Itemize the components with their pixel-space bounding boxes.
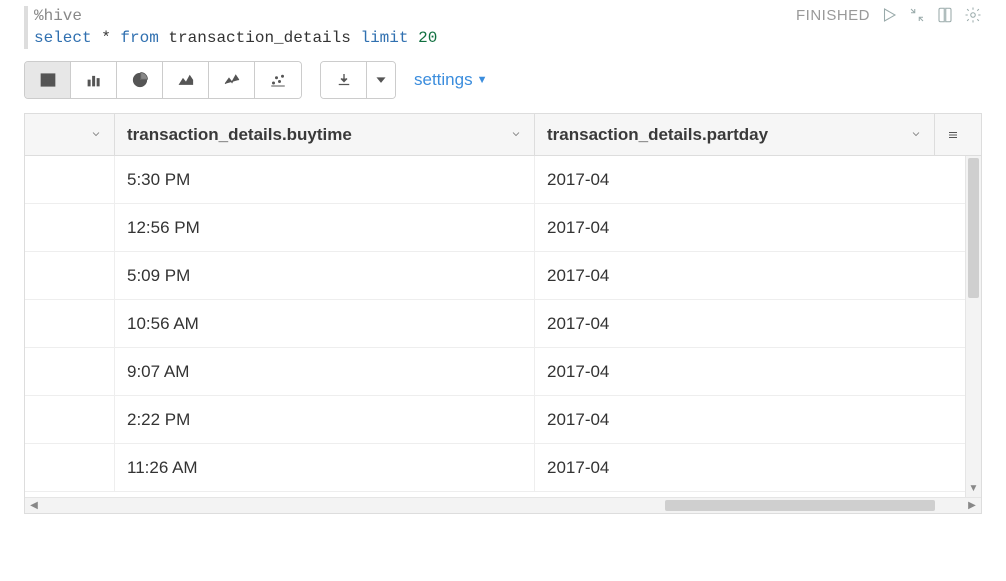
scrollbar-thumb[interactable]: [968, 158, 979, 298]
cell-blank: [25, 204, 115, 251]
cell-buytime: 11:26 AM: [115, 444, 535, 491]
pie-chart-button[interactable]: [117, 62, 163, 98]
scroll-down-icon[interactable]: ▼: [966, 481, 981, 495]
gear-icon[interactable]: [964, 6, 982, 24]
caret-down-icon: ▼: [477, 74, 488, 86]
scatter-chart-button[interactable]: [255, 62, 301, 98]
cell-partday: 2017-04: [535, 300, 965, 347]
table-row[interactable]: 2:22 PM2017-04: [25, 396, 965, 444]
cell-partday: 2017-04: [535, 444, 965, 491]
cell-buytime: 5:30 PM: [115, 156, 535, 203]
cell-buytime: 9:07 AM: [115, 348, 535, 395]
chevron-down-icon: [510, 125, 522, 145]
column-header-partday[interactable]: transaction_details.partday: [535, 114, 935, 155]
table-view-button[interactable]: [25, 62, 71, 98]
chevron-down-icon: [90, 125, 102, 145]
table-body: 5:30 PM2017-0412:56 PM2017-045:09 PM2017…: [25, 156, 981, 497]
column-header-buytime[interactable]: transaction_details.buytime: [115, 114, 535, 155]
line-chart-button[interactable]: [209, 62, 255, 98]
column-header-blank[interactable]: [25, 114, 115, 155]
code-editor[interactable]: %hive select * from transaction_details …: [24, 0, 788, 49]
horizontal-scrollbar[interactable]: ◀ ▶: [25, 497, 981, 513]
chart-type-group: [24, 61, 302, 99]
scrollbar-thumb[interactable]: [665, 500, 935, 511]
scroll-right-icon[interactable]: ▶: [965, 498, 979, 513]
cell-partday: 2017-04: [535, 396, 965, 443]
chevron-down-icon: [910, 125, 922, 145]
bar-chart-button[interactable]: [71, 62, 117, 98]
status-label: FINISHED: [796, 7, 870, 24]
cell-partday: 2017-04: [535, 204, 965, 251]
cell-buytime: 12:56 PM: [115, 204, 535, 251]
result-table: transaction_details.buytime transaction_…: [24, 113, 982, 514]
collapse-icon[interactable]: [908, 6, 926, 24]
vertical-scrollbar[interactable]: ▼: [965, 156, 981, 497]
settings-link[interactable]: settings ▼: [414, 70, 487, 90]
run-icon[interactable]: [880, 6, 898, 24]
cell-buytime: 2:22 PM: [115, 396, 535, 443]
book-icon[interactable]: [936, 6, 954, 24]
code-kw-from: from: [120, 29, 158, 47]
cell-blank: [25, 252, 115, 299]
table-row[interactable]: 5:09 PM2017-04: [25, 252, 965, 300]
column-menu-button[interactable]: [935, 114, 971, 155]
download-group: [320, 61, 396, 99]
cell-blank: [25, 444, 115, 491]
table-row[interactable]: 12:56 PM2017-04: [25, 204, 965, 252]
scroll-left-icon[interactable]: ◀: [27, 498, 41, 513]
paragraph-header-row: %hive select * from transaction_details …: [24, 0, 982, 49]
paragraph-actions: FINISHED: [796, 0, 982, 24]
download-button[interactable]: [321, 62, 367, 98]
table-row[interactable]: 10:56 AM2017-04: [25, 300, 965, 348]
code-content: %hive select * from transaction_details …: [24, 6, 788, 49]
cell-partday: 2017-04: [535, 156, 965, 203]
notebook-paragraph: %hive select * from transaction_details …: [0, 0, 1006, 581]
table-row[interactable]: 9:07 AM2017-04: [25, 348, 965, 396]
download-menu-button[interactable]: [367, 62, 395, 98]
table-row[interactable]: 11:26 AM2017-04: [25, 444, 965, 492]
code-magic: %hive: [34, 7, 82, 25]
code-kw-select: select: [34, 29, 92, 47]
cell-partday: 2017-04: [535, 252, 965, 299]
cell-buytime: 10:56 AM: [115, 300, 535, 347]
cell-blank: [25, 156, 115, 203]
cell-buytime: 5:09 PM: [115, 252, 535, 299]
cell-blank: [25, 396, 115, 443]
code-kw-limit: limit: [360, 29, 408, 47]
cell-blank: [25, 300, 115, 347]
cell-blank: [25, 348, 115, 395]
table-row[interactable]: 5:30 PM2017-04: [25, 156, 965, 204]
cell-partday: 2017-04: [535, 348, 965, 395]
area-chart-button[interactable]: [163, 62, 209, 98]
table-header: transaction_details.buytime transaction_…: [25, 114, 981, 156]
result-toolbar: settings ▼: [24, 61, 982, 99]
